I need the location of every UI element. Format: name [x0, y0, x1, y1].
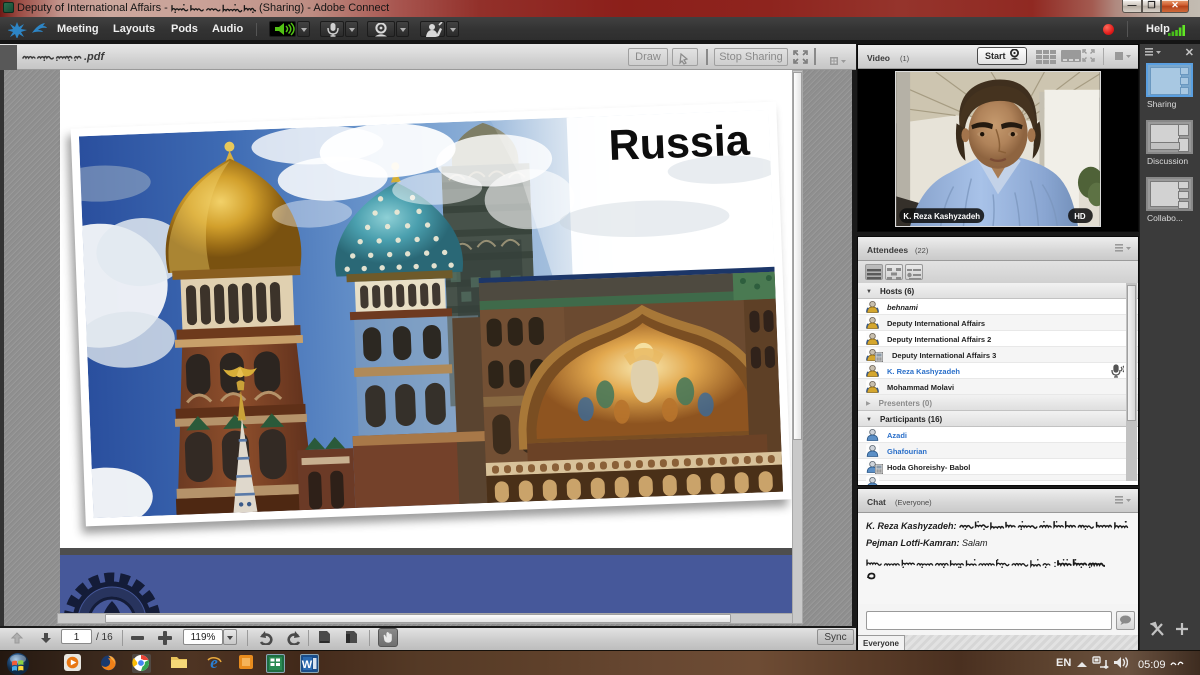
svg-text:e: e — [210, 654, 218, 671]
svg-text:HD: HD — [1074, 212, 1086, 221]
svg-text:W: W — [302, 659, 313, 671]
svg-text:K. Reza Kashyzadeh: K. Reza Kashyzadeh — [903, 212, 980, 221]
